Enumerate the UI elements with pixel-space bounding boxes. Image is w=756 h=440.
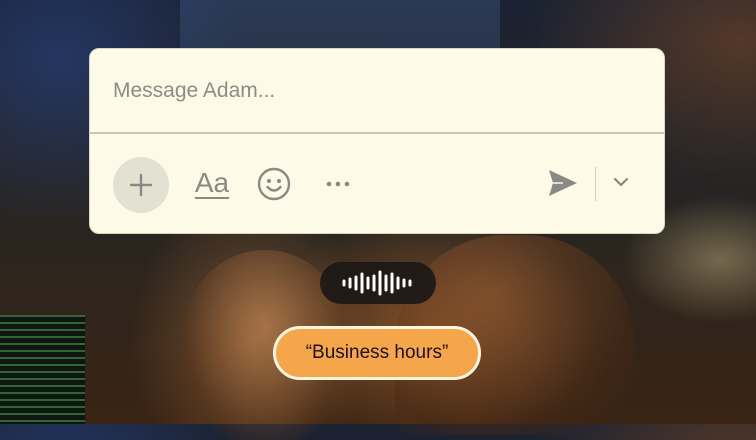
- waveform-icon: [342, 270, 412, 296]
- text-format-button[interactable]: Aa: [190, 159, 234, 207]
- send-options-button[interactable]: [607, 168, 635, 196]
- more-options-button[interactable]: [318, 164, 358, 204]
- toolbar-separator: [595, 167, 596, 201]
- message-composer: Aa: [89, 48, 665, 234]
- voice-transcript-badge: “Business hours”: [273, 326, 481, 380]
- smiley-icon: [257, 167, 291, 201]
- composer-toolbar: Aa: [90, 134, 664, 233]
- text-format-icon: Aa: [194, 167, 230, 198]
- background-monitor: [0, 315, 85, 424]
- chevron-down-icon: [613, 177, 629, 187]
- message-input[interactable]: [90, 49, 664, 133]
- ellipsis-icon: [326, 181, 350, 187]
- plus-icon: [129, 173, 153, 197]
- voice-input-indicator[interactable]: [320, 262, 436, 304]
- send-button[interactable]: [545, 165, 581, 201]
- send-icon: [549, 170, 577, 196]
- add-button[interactable]: [113, 157, 169, 213]
- emoji-button[interactable]: [254, 164, 294, 204]
